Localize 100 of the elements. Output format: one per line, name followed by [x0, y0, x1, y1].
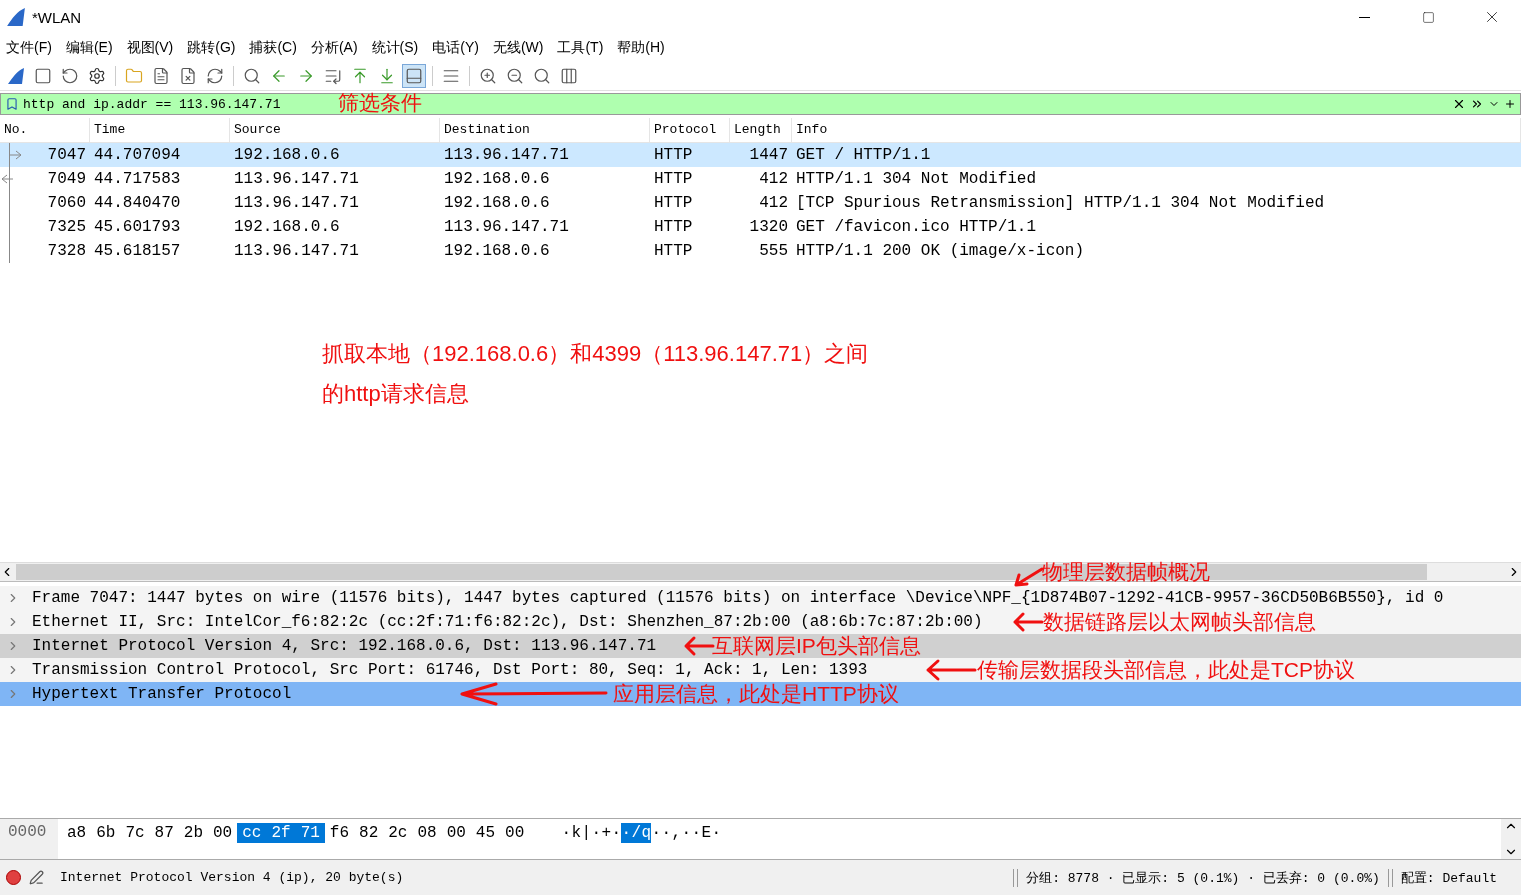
- bookmark-icon[interactable]: [5, 97, 19, 111]
- table-cell-text: 192.168.0.6: [233, 217, 341, 238]
- byte-offset: 0000: [0, 819, 58, 859]
- ascii-char[interactable]: ·: [711, 823, 722, 843]
- packet-row[interactable]: 7047 44.707094 192.168.0.6 113.96.147.71 HTTP 1447 GET / HTTP/1.1: [0, 143, 1521, 167]
- shark-fin-icon: [7, 67, 25, 85]
- menu-item[interactable]: 电话(Y): [428, 39, 485, 57]
- hex-byte[interactable]: 2c: [383, 823, 413, 843]
- detail-text: Frame 7047: 1447 bytes on wire (11576 bits), 1447 bytes captured (11576 bits) on interface \Device\NPF_{1D874B07-1292-41CB-9957-36CD50B6B550}, id 0: [32, 589, 1444, 607]
- reload-icon: [206, 67, 224, 85]
- table-cell-text: HTTP/1.1 200 OK (image/x-icon): [795, 241, 1086, 262]
- ascii-char[interactable]: ,: [671, 823, 682, 843]
- table-cell-text: 412: [758, 193, 789, 214]
- menu-item[interactable]: 无线(W): [488, 39, 550, 57]
- menu-item[interactable]: 跳转(G): [183, 39, 242, 57]
- detail-row[interactable]: Transmission Control Protocol, Src Port: 61746, Dst Port: 80, Seq: 1, Ack: 1, Len: 1393 传输层数据段头部信息，此处是TCP协议: [0, 658, 1521, 682]
- table-cell-text: GET / HTTP/1.1: [795, 145, 932, 166]
- table-cell-text: 113.96.147.71: [233, 193, 360, 214]
- hex-byte[interactable]: 7c: [120, 823, 150, 843]
- clear-icon[interactable]: [1452, 97, 1466, 111]
- hex-byte[interactable]: 00: [208, 823, 238, 843]
- panel-icon: [405, 67, 423, 85]
- edit-icon[interactable]: [29, 870, 44, 885]
- ascii-char[interactable]: ·: [691, 823, 702, 843]
- table-cell-text: 7049: [46, 169, 87, 190]
- table-cell-text: 7047: [46, 145, 87, 166]
- minimize-icon: [1358, 16, 1370, 18]
- table-cell-text: 113.96.147.71: [233, 169, 360, 190]
- shark-fin-icon: [6, 7, 26, 27]
- table-cell-text: [TCP Spurious Retransmission] HTTP/1.1 304 Not Modified: [795, 193, 1326, 214]
- hex-byte[interactable]: 2f: [266, 823, 296, 843]
- vertical-scrollbar[interactable]: [1501, 819, 1521, 859]
- packet-count-text: 分组: 8778 · 已显示: 5 (0.1%) · 已丢弃: 0 (0.0%): [1026, 869, 1380, 887]
- hex-byte[interactable]: 00: [441, 823, 471, 843]
- list-icon: [324, 67, 342, 85]
- filter-field[interactable]: http and ip.addr == 113.96.147.71: [23, 95, 323, 113]
- table-cell-text: 113.96.147.71: [443, 145, 570, 166]
- table-cell-text: 7328: [46, 241, 87, 262]
- right-arrow-icon: [297, 67, 315, 85]
- apply-icon[interactable]: [1470, 97, 1484, 111]
- detail-row[interactable]: Ethernet II, Src: IntelCor_f6:82:2c (cc:2f:71:f6:82:2c), Dst: Shenzhen_87:2b:00 (a8:6b:7c:87:2b:00) 数据链路层以太网帧头部信息: [0, 610, 1521, 634]
- ascii-char[interactable]: ·: [561, 823, 572, 843]
- menu-item[interactable]: 文件(F): [2, 39, 58, 57]
- ascii-char[interactable]: q: [641, 823, 652, 843]
- magnifier-icon: [533, 67, 551, 85]
- menu-item[interactable]: 捕获(C): [245, 39, 303, 57]
- table-cell-text: 45.618157: [93, 241, 182, 262]
- close-file-icon: [179, 67, 197, 85]
- ascii-char[interactable]: ·: [661, 823, 672, 843]
- hex-byte[interactable]: 82: [354, 823, 384, 843]
- annotation-arrow: [1012, 566, 1044, 588]
- menu-item[interactable]: 编辑(E): [61, 39, 119, 57]
- menu-item[interactable]: 分析(A): [306, 39, 364, 57]
- hex-byte[interactable]: 6b: [91, 823, 121, 843]
- table-cell-text: 113.96.147.71: [233, 241, 360, 262]
- maximize-icon: [1421, 10, 1435, 24]
- profile-text: 配置: Default: [1400, 869, 1497, 887]
- ascii-char[interactable]: ·: [591, 823, 602, 843]
- hex-byte[interactable]: a8: [62, 823, 92, 843]
- capture-status-icon[interactable]: [6, 870, 21, 885]
- add-icon[interactable]: [1504, 98, 1516, 110]
- ascii-char[interactable]: ·: [651, 823, 662, 843]
- table-cell-text: 192.168.0.6: [443, 193, 551, 214]
- ascii-char[interactable]: ·: [681, 823, 692, 843]
- menu-item[interactable]: 工具(T): [553, 39, 610, 57]
- zoom-in-icon: [479, 67, 497, 85]
- table-cell-text: 7325: [46, 217, 87, 238]
- ascii-char[interactable]: k: [571, 823, 582, 843]
- hex-byte[interactable]: 2b: [178, 823, 208, 843]
- ascii-char[interactable]: ·: [621, 823, 632, 843]
- ascii-char[interactable]: +: [601, 823, 612, 843]
- menu-item[interactable]: 统计(S): [367, 39, 425, 57]
- hex-byte[interactable]: 45: [470, 823, 501, 843]
- table-cell-text: 192.168.0.6: [443, 169, 551, 190]
- annotation-text: 数据链路层以太网帧头部信息: [1043, 610, 1316, 634]
- ascii-char[interactable]: E: [701, 823, 712, 843]
- hex-byte[interactable]: f6: [324, 823, 355, 843]
- menu-item[interactable]: 帮助(H): [613, 39, 671, 57]
- hex-byte[interactable]: cc: [237, 823, 267, 843]
- annotation-text: 互联网层IP包头部信息: [712, 634, 921, 658]
- settings-icon: [88, 67, 106, 85]
- columns-icon: [560, 67, 578, 85]
- horizontal-scrollbar[interactable]: [0, 562, 1521, 581]
- hex-byte[interactable]: 08: [412, 823, 442, 843]
- ascii-char[interactable]: |: [581, 823, 592, 843]
- table-cell-text: 113.96.147.71: [443, 217, 570, 238]
- table-cell-text: 412: [758, 169, 789, 190]
- detail-row[interactable]: Internet Protocol Version 4, Src: 192.168.0.6, Dst: 113.96.147.71 互联网层IP包头部信息: [0, 634, 1521, 658]
- hex-byte[interactable]: 00: [500, 823, 530, 843]
- hex-byte[interactable]: 87: [149, 823, 179, 843]
- detail-text: Internet Protocol Version 4, Src: 192.168.0.6, Dst: 113.96.147.71: [32, 637, 657, 655]
- table-cell-text: GET /favicon.ico HTTP/1.1: [795, 217, 1038, 238]
- hex-byte[interactable]: 71: [295, 823, 325, 843]
- detail-row[interactable]: Frame 7047: 1447 bytes on wire (11576 bits), 1447 bytes captured (11576 bits) on interface \Device\NPF_{1D874B07-1292-41CB-9957-36CD50B6B550}, id 0: [0, 586, 1521, 610]
- detail-text: Ethernet II, Src: IntelCor_f6:82:2c (cc:2f:71:f6:82:2c), Dst: Shenzhen_87:2b:00 (a8:6b:7c:87:2b:00): [32, 613, 983, 631]
- ascii-char[interactable]: ·: [611, 823, 622, 843]
- ascii-char[interactable]: /: [631, 823, 642, 843]
- zoom-out-icon: [506, 67, 524, 85]
- menu-item[interactable]: 视图(V): [122, 39, 180, 57]
- detail-row[interactable]: Hypertext Transfer Protocol 应用层信息，此处是HTTP协议: [0, 682, 1521, 706]
